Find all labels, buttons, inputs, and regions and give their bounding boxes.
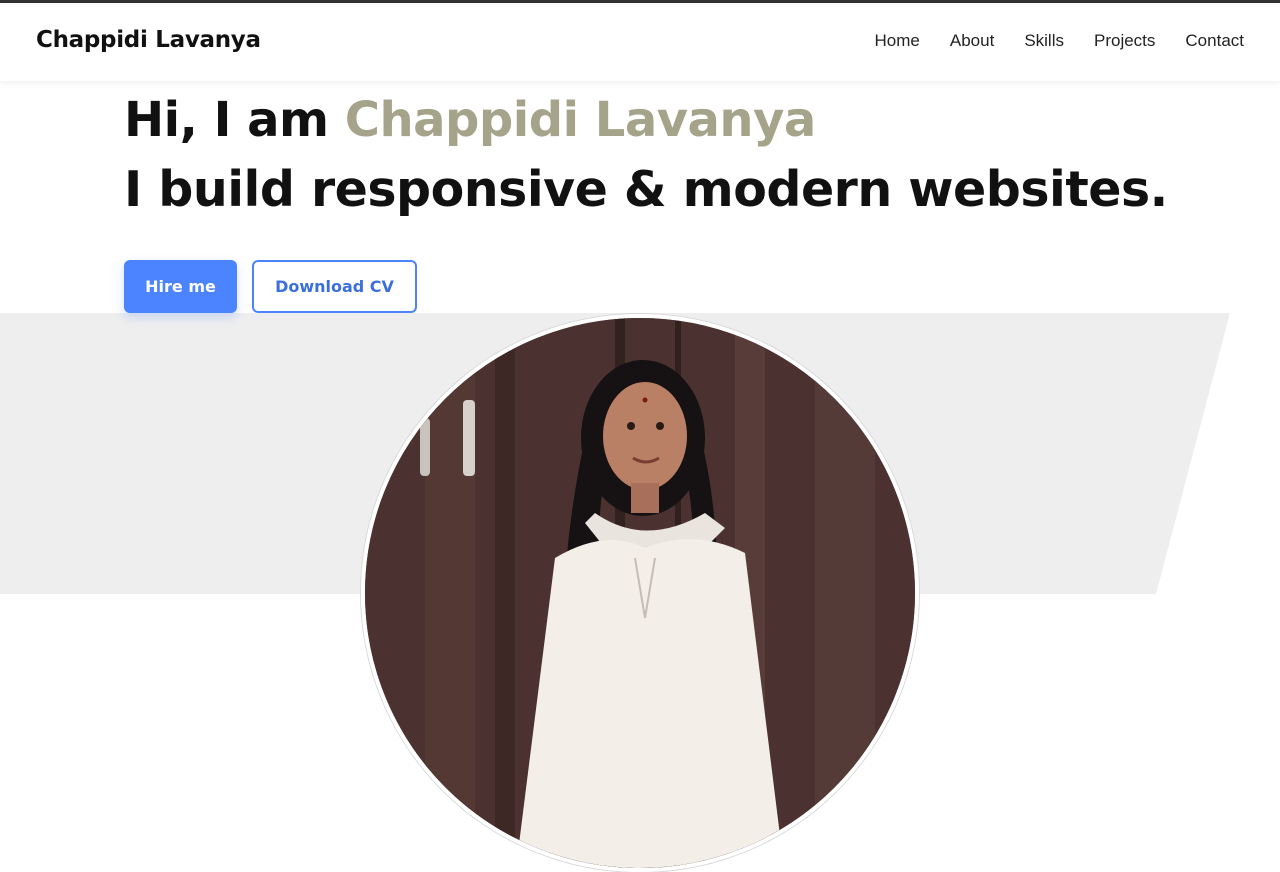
profile-photo-illustration xyxy=(365,318,915,868)
nav-link-contact[interactable]: Contact xyxy=(1185,31,1244,51)
hero-tagline: I build responsive & modern websites. xyxy=(124,161,1168,218)
download-cv-button[interactable]: Download CV xyxy=(252,260,417,313)
nav-links: Home About Skills Projects Contact xyxy=(875,31,1244,51)
hero-buttons: Hire me Download CV xyxy=(124,260,417,313)
hire-me-button[interactable]: Hire me xyxy=(124,260,237,313)
profile-photo xyxy=(361,314,919,872)
hero-heading: Hi, I am Chappidi Lavanya xyxy=(124,90,1168,150)
nav-link-about[interactable]: About xyxy=(950,31,994,51)
nav-link-home[interactable]: Home xyxy=(875,31,920,51)
hero-greeting: Hi, I am xyxy=(124,92,345,148)
navbar: Chappidi Lavanya Home About Skills Proje… xyxy=(0,3,1280,81)
nav-link-projects[interactable]: Projects xyxy=(1094,31,1155,51)
hero-name: Chappidi Lavanya xyxy=(344,92,817,148)
nav-link-skills[interactable]: Skills xyxy=(1024,31,1064,51)
hero-text: Hi, I am Chappidi Lavanya I build respon… xyxy=(124,90,1168,222)
brand-logo[interactable]: Chappidi Lavanya xyxy=(36,27,261,53)
